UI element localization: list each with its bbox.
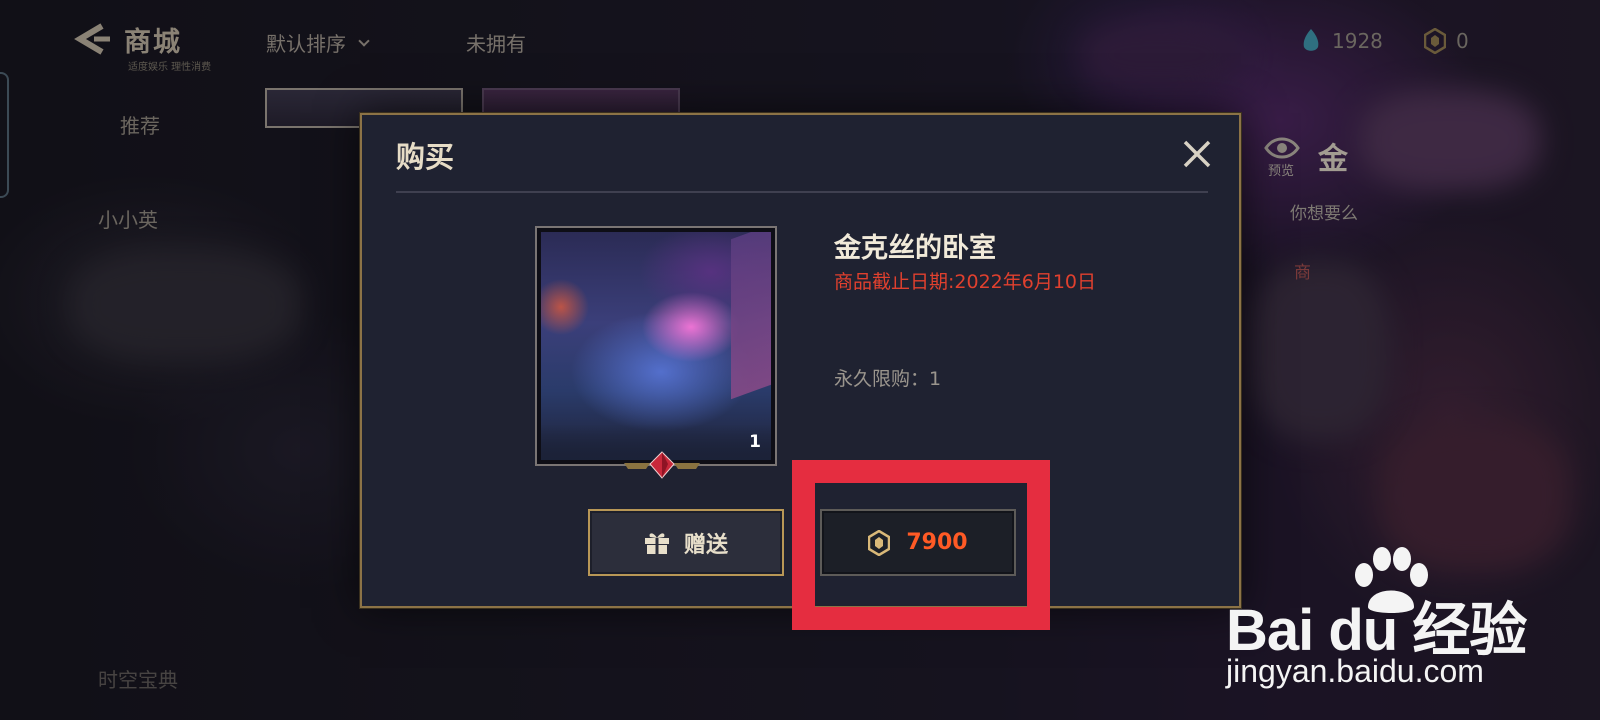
- currency-secondary-value: 0: [1456, 29, 1469, 53]
- top-bar: 商城 适度娱乐 理性消费 默认排序 未拥有 1928 0: [0, 0, 1600, 80]
- item-name: 金克丝的卧室: [834, 233, 996, 264]
- close-icon[interactable]: [1182, 139, 1212, 169]
- sidebar-item-time-book[interactable]: 时空宝典: [98, 664, 178, 693]
- preview-label: 预览: [1268, 164, 1295, 179]
- watermark-url: jingyan.baidu.com: [1226, 653, 1484, 689]
- item-detail-desc: 你想要么: [1290, 204, 1358, 224]
- sidebar-item-little-legends[interactable]: 小小英: [98, 204, 158, 233]
- sort-label: 默认排序: [266, 32, 346, 56]
- gift-icon: [644, 532, 669, 554]
- coin-icon: [1424, 28, 1446, 54]
- rarity-gem-icon: [624, 451, 700, 479]
- dialog-divider: [396, 191, 1208, 193]
- item-deadline: 商品截止日期:2022年6月10日: [834, 271, 1097, 293]
- page-title: 商城: [124, 27, 182, 58]
- chevron-down-icon: [358, 34, 370, 47]
- dialog-title: 购买: [396, 140, 455, 174]
- item-thumbnail-image: 1: [541, 232, 771, 460]
- back-arrow-icon[interactable]: [72, 22, 112, 56]
- filter-unowned[interactable]: 未拥有: [466, 28, 526, 57]
- gem-icon: [1303, 29, 1319, 51]
- sidebar-item-recommend[interactable]: 推荐: [120, 110, 160, 139]
- item-quantity: 1: [749, 432, 761, 452]
- watermark: Bai du 经验 jingyan.baidu.com: [1226, 545, 1546, 695]
- item-image-wall: [731, 232, 771, 400]
- currency-secondary: 0: [1424, 28, 1469, 54]
- page-subtitle: 适度娱乐 理性消费: [128, 62, 212, 73]
- purchase-limit: 永久限购：1: [834, 368, 942, 390]
- item-detail-title: 金: [1318, 142, 1348, 177]
- item-thumbnail-frame: 1: [535, 226, 777, 466]
- gift-button[interactable]: 赠送: [588, 509, 784, 576]
- currency-primary: 1928: [1300, 28, 1383, 54]
- highlight-annotation: [792, 460, 1050, 630]
- sort-dropdown[interactable]: 默认排序: [266, 28, 370, 57]
- item-detail-note: 商: [1294, 263, 1311, 283]
- currency-primary-value: 1928: [1332, 29, 1383, 53]
- gift-label: 赠送: [683, 532, 728, 558]
- sidebar-edge-tab[interactable]: [0, 72, 9, 198]
